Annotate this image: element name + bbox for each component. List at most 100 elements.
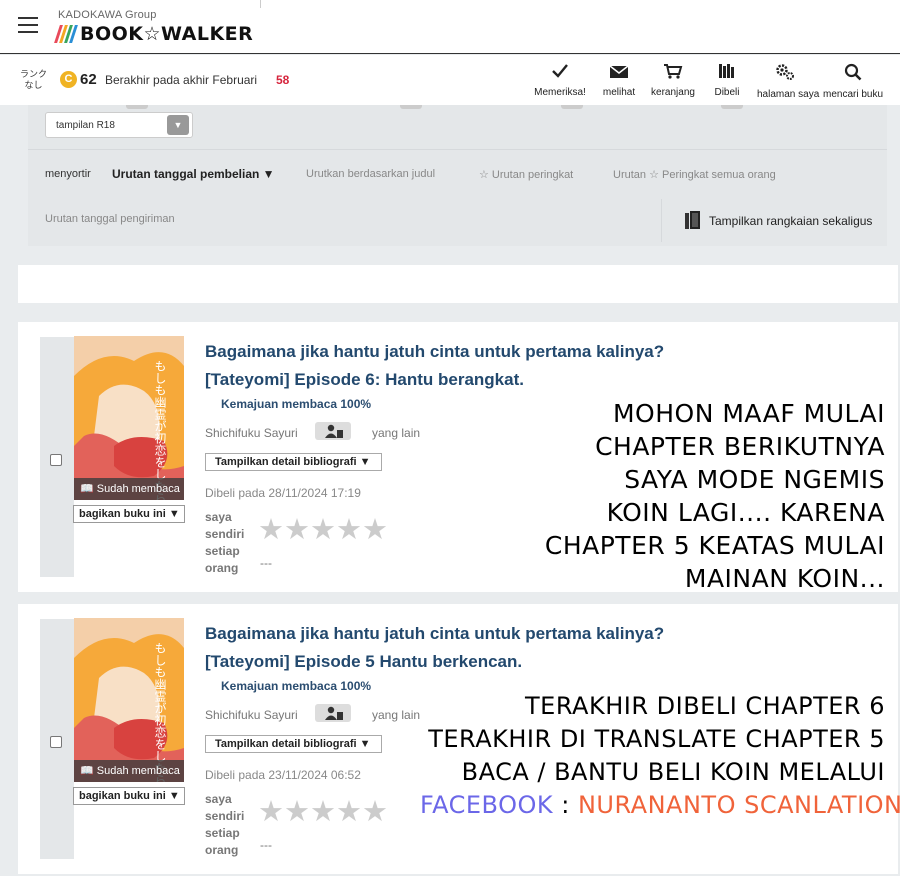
share-book-button[interactable]: bagikan buku ini ▼: [73, 787, 185, 805]
search-icon: [844, 63, 862, 81]
note-line: TERAKHIR DIBELI CHAPTER 6: [525, 692, 885, 720]
purchase-date: Dibeli pada 23/11/2024 06:52: [205, 768, 361, 782]
mail-icon: [609, 65, 629, 78]
cover-art: もしも幽霊が初恋をしたら: [74, 618, 184, 782]
star-icon[interactable]: ★: [362, 798, 388, 827]
star-icon[interactable]: ★: [284, 798, 310, 827]
coin-expiry-text: Berakhir pada akhir Februari: [105, 73, 258, 87]
library-icon: [719, 64, 734, 78]
note-line: CHAPTER BERIKUTNYA: [595, 432, 885, 461]
nav-my-page[interactable]: halaman saya: [757, 63, 819, 101]
author-link[interactable]: Shichifuku Sayuri: [205, 708, 298, 722]
rating-label: saya sendiri setiap orang: [205, 510, 245, 575]
star-icon[interactable]: ★: [310, 516, 336, 545]
note-line: BACA / BANTU BELI KOIN MELALUI: [461, 758, 885, 786]
rating-stars[interactable]: ★ ★ ★ ★ ★: [258, 516, 388, 545]
read-status-badge: 📖 Sudah membaca: [74, 760, 184, 782]
follow-author-icon: [325, 424, 343, 438]
nav-purchased[interactable]: Dibeli: [710, 63, 744, 101]
star-icon[interactable]: ★: [258, 798, 284, 827]
follow-author-icon: [325, 706, 343, 720]
facebook-page-name: NURANANTO SCANLATION: [577, 791, 900, 819]
purchase-date: Dibeli pada 28/11/2024 17:19: [205, 486, 361, 500]
empty-card: [18, 265, 898, 303]
read-status-badge: 📖 Sudah membaca: [74, 478, 184, 500]
star-icon[interactable]: ★: [362, 516, 388, 545]
nav-label: melihat: [602, 87, 636, 98]
nav-search[interactable]: mencari buku: [820, 63, 886, 101]
logo-bars-icon: [54, 25, 78, 43]
check-icon: [552, 64, 568, 78]
sort-my-rating[interactable]: ☆ Urutan peringkat: [479, 168, 573, 181]
gears-icon: [776, 64, 794, 80]
overlay-note-coins: MOHON MAAF MULAI CHAPTER BERIKUTNYA SAYA…: [540, 397, 885, 595]
select-checkbox[interactable]: [50, 454, 62, 466]
rating-stars[interactable]: ★ ★ ★ ★ ★: [258, 798, 388, 827]
share-book-button[interactable]: bagikan buku ini ▼: [73, 505, 185, 523]
other-authors-link[interactable]: yang lain: [372, 708, 420, 722]
book-cover[interactable]: もしも幽霊が初恋をしたら: [74, 618, 184, 782]
star-icon[interactable]: ★: [336, 798, 362, 827]
nav-check[interactable]: Memeriksa!: [531, 63, 589, 101]
note-separator: :: [553, 791, 578, 819]
note-line: CHAPTER 5 KEATAS MULAI: [544, 531, 885, 560]
nav-label: keranjang: [651, 87, 695, 98]
nav-label: Memeriksa!: [534, 87, 586, 98]
nav-label: halaman saya: [757, 89, 820, 100]
panel-divider: [28, 149, 887, 150]
sort-everyone-rating[interactable]: Urutan ☆ Peringkat semua orang: [613, 168, 776, 181]
everyone-rating-value: ---: [260, 556, 272, 570]
reading-progress: Kemajuan membaca 100%: [221, 679, 372, 693]
bibliography-toggle[interactable]: Tampilkan detail bibliografi ▼: [205, 735, 382, 753]
hamburger-menu-icon[interactable]: [18, 17, 38, 33]
book-title-link[interactable]: Bagaimana jika hantu jatuh cinta untuk p…: [205, 338, 675, 394]
note-line: MAINAN KOIN...: [684, 564, 885, 593]
book-cover[interactable]: もしも幽霊が初恋をしたら: [74, 336, 184, 500]
header-divider: [260, 0, 261, 8]
sort-purchase-date[interactable]: Urutan tanggal pembelian ▼: [112, 167, 275, 181]
reading-progress: Kemajuan membaca 100%: [221, 397, 372, 411]
follow-author-button[interactable]: [315, 704, 351, 722]
filter-tab-stub: [126, 105, 148, 109]
r18-display-select[interactable]: tampilan R18 ▼: [45, 112, 193, 138]
group-label: KADOKAWA Group: [58, 9, 157, 21]
cover-art: もしも幽霊が初恋をしたら: [74, 336, 184, 500]
star-icon[interactable]: ★: [284, 516, 310, 545]
brand-name: BOOK☆WALKER: [80, 23, 254, 45]
r18-select-label: tampilan R18: [56, 120, 115, 131]
note-line: MOHON MAAF MULAI: [612, 399, 885, 428]
bibliography-toggle[interactable]: Tampilkan detail bibliografi ▼: [205, 453, 382, 471]
select-checkbox[interactable]: [50, 736, 62, 748]
filter-tab-stub: [561, 105, 583, 109]
coin-icon: C: [60, 71, 77, 88]
show-series-button[interactable]: Tampilkan rangkaian sekaligus: [661, 199, 887, 242]
coin-expiry-count: 58: [276, 73, 290, 87]
star-icon[interactable]: ★: [258, 516, 284, 545]
star-icon[interactable]: ★: [336, 516, 362, 545]
books-icon: [685, 211, 700, 229]
nav-label: mencari buku: [822, 89, 884, 100]
note-line: FACEBOOK : NURANANTO SCANLATION: [420, 789, 900, 822]
facebook-label: FACEBOOK: [420, 791, 554, 819]
sort-delivery-date[interactable]: Urutan tanggal pengiriman: [45, 213, 175, 225]
everyone-rating-value: ---: [260, 838, 272, 852]
overlay-note-support: TERAKHIR DIBELI CHAPTER 6 TERAKHIR DI TR…: [420, 690, 900, 822]
nav-label: Dibeli: [714, 87, 740, 98]
star-icon[interactable]: ★: [310, 798, 336, 827]
follow-author-button[interactable]: [315, 422, 351, 440]
coin-count: 62: [80, 71, 97, 88]
nav-messages[interactable]: melihat: [599, 63, 639, 101]
sort-label: menyortir: [45, 168, 91, 180]
rating-label: saya sendiri setiap orang: [205, 792, 245, 857]
note-line: KOIN LAGI.... KARENA: [606, 498, 885, 527]
note-line: TERAKHIR DI TRANSLATE CHAPTER 5: [428, 725, 885, 753]
nav-cart[interactable]: keranjang: [648, 63, 698, 101]
show-series-label: Tampilkan rangkaian sekaligus: [709, 214, 873, 228]
other-authors-link[interactable]: yang lain: [372, 426, 420, 440]
site-header: KADOKAWA Group BOOK☆WALKER: [0, 0, 900, 54]
note-line: SAYA MODE NGEMIS: [624, 465, 885, 494]
book-title-link[interactable]: Bagaimana jika hantu jatuh cinta untuk p…: [205, 620, 675, 676]
sort-title[interactable]: Urutkan berdasarkan judul: [306, 168, 435, 180]
brand-logo[interactable]: BOOK☆WALKER: [54, 23, 254, 45]
author-link[interactable]: Shichifuku Sayuri: [205, 426, 298, 440]
